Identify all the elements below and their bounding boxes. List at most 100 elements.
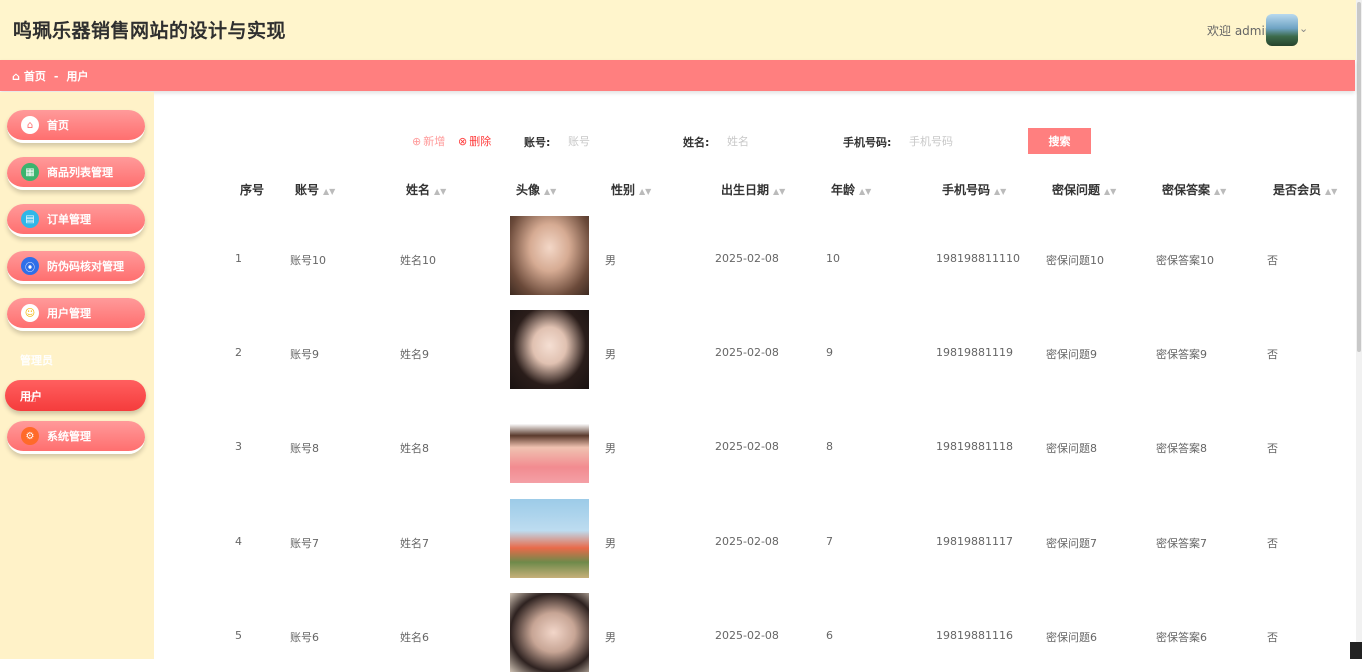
breadcrumb-home[interactable]: 首页: [24, 68, 46, 84]
site-title: 鸣珮乐器销售网站的设计与实现: [13, 20, 287, 42]
breadcrumb-separator: -: [53, 69, 59, 83]
name-input[interactable]: [727, 130, 827, 152]
sort-icon: ▲▼: [773, 187, 786, 196]
sidebar-item-products[interactable]: ▦ 商品列表管理: [7, 157, 145, 190]
column-header-index: 序号: [240, 183, 265, 197]
column-header-age[interactable]: 年龄 ▲▼: [831, 181, 871, 198]
sidebar-item-label: 系统管理: [47, 430, 91, 443]
cell-name: 姓名8: [400, 442, 429, 455]
cell-member: 否: [1267, 631, 1278, 644]
column-header-birth[interactable]: 出生日期 ▲▼: [721, 181, 785, 198]
cell-answer: 密保答案10: [1156, 254, 1214, 267]
cell-index: 1: [235, 252, 242, 265]
cell-name: 姓名6: [400, 631, 429, 644]
avatar-photo[interactable]: [510, 404, 589, 483]
account-input[interactable]: [568, 130, 668, 152]
cell-account: 账号9: [290, 348, 319, 361]
column-header-gender[interactable]: 性别 ▲▼: [611, 181, 651, 198]
sidebar-item-label: 订单管理: [47, 213, 91, 226]
search-button[interactable]: 搜索: [1028, 128, 1091, 154]
sort-icon: ▲▼: [1214, 187, 1227, 196]
cell-name: 姓名7: [400, 537, 429, 550]
breadcrumb-current: 用户: [66, 70, 89, 83]
breadcrumb: ⌂ 首页 - 用户: [12, 68, 88, 84]
column-header-question[interactable]: 密保问题 ▲▼: [1052, 181, 1116, 198]
cell-account: 账号10: [290, 254, 326, 267]
column-header-avatar[interactable]: 头像 ▲▼: [516, 181, 556, 198]
sort-icon: ▲▼: [994, 187, 1007, 196]
sidebar-item-anticounterfeit[interactable]: ⦿ 防伪码核对管理: [7, 251, 145, 284]
sidebar-item-label: 用户管理: [47, 307, 91, 320]
add-button-label: 新增: [423, 135, 446, 148]
column-header-account[interactable]: 账号 ▲▼: [295, 181, 335, 198]
avatar-photo[interactable]: [510, 593, 589, 672]
pointer-cursor-icon: ☝: [28, 390, 37, 406]
cell-name: 姓名9: [400, 348, 429, 361]
scrollbar-thumb[interactable]: [1357, 2, 1361, 352]
cell-birth: 2025-02-08: [715, 629, 779, 642]
cell-birth: 2025-02-08: [715, 252, 779, 265]
cell-member: 否: [1267, 254, 1278, 267]
delete-button-label: 删除: [469, 135, 492, 148]
phone-label: 手机号码:: [843, 136, 892, 149]
sidebar-item-system[interactable]: ⚙ 系统管理: [7, 421, 145, 454]
delete-button[interactable]: ⊗ 删除: [458, 133, 491, 149]
cell-account: 账号7: [290, 537, 319, 550]
sort-icon: ▲▼: [544, 187, 557, 196]
corner-widget: [1350, 642, 1362, 659]
cell-age: 9: [826, 346, 833, 359]
submenu-title: 管理员: [20, 354, 53, 367]
avatar-photo[interactable]: [510, 216, 589, 295]
cell-gender: 男: [605, 442, 616, 455]
cell-gender: 男: [605, 254, 616, 267]
sidebar-item-home[interactable]: ⌂ 首页: [7, 110, 145, 143]
name-label: 姓名:: [683, 136, 710, 149]
sort-icon: ▲▼: [323, 187, 336, 196]
avatar-photo[interactable]: [510, 310, 589, 389]
column-header-answer[interactable]: 密保答案 ▲▼: [1162, 181, 1226, 198]
cell-birth: 2025-02-08: [715, 535, 779, 548]
cell-index: 4: [235, 535, 242, 548]
sort-icon: ▲▼: [1104, 187, 1117, 196]
cell-index: 2: [235, 346, 242, 359]
cell-gender: 男: [605, 631, 616, 644]
submenu-item-users[interactable]: 用户: [5, 380, 146, 411]
chevron-down-icon[interactable]: ⌄: [1299, 22, 1308, 35]
sidebar-item-label: 商品列表管理: [47, 166, 113, 179]
column-header-name[interactable]: 姓名 ▲▼: [406, 181, 446, 198]
phone-input[interactable]: [909, 130, 1009, 152]
avatar[interactable]: [1266, 14, 1298, 46]
user-icon: ☺: [21, 304, 39, 322]
cell-answer: 密保答案8: [1156, 442, 1207, 455]
cell-birth: 2025-02-08: [715, 346, 779, 359]
add-button[interactable]: ⊕ 新增: [412, 133, 445, 149]
avatar-photo[interactable]: [510, 499, 589, 578]
cell-age: 6: [826, 629, 833, 642]
top-header: 鸣珮乐器销售网站的设计与实现 欢迎 admin: [0, 0, 1362, 60]
cell-age: 7: [826, 535, 833, 548]
cell-phone: 198198811110: [936, 252, 1020, 265]
account-label: 账号:: [524, 136, 551, 149]
cell-member: 否: [1267, 348, 1278, 361]
cell-account: 账号6: [290, 631, 319, 644]
sort-icon: ▲▼: [859, 187, 872, 196]
sidebar-item-label: 首页: [47, 119, 69, 132]
scrollbar[interactable]: [1356, 0, 1362, 659]
sidebar-item-users[interactable]: ☺ 用户管理: [7, 298, 145, 331]
cell-phone: 19819881117: [936, 535, 1013, 548]
sort-icon: ▲▼: [434, 187, 447, 196]
sort-icon: ▲▼: [1325, 187, 1338, 196]
sidebar-item-orders[interactable]: ▤ 订单管理: [7, 204, 145, 237]
cell-gender: 男: [605, 348, 616, 361]
cell-answer: 密保答案9: [1156, 348, 1207, 361]
cell-age: 10: [826, 252, 840, 265]
cell-member: 否: [1267, 442, 1278, 455]
grid-icon: ▦: [21, 163, 39, 181]
column-header-member[interactable]: 是否会员 ▲▼: [1273, 181, 1337, 198]
cell-name: 姓名10: [400, 254, 436, 267]
welcome-text: 欢迎 admin: [1207, 24, 1273, 38]
column-header-phone[interactable]: 手机号码 ▲▼: [942, 181, 1006, 198]
cell-phone: 19819881119: [936, 346, 1013, 359]
settings-icon: ⚙: [21, 427, 39, 445]
cell-index: 3: [235, 440, 242, 453]
